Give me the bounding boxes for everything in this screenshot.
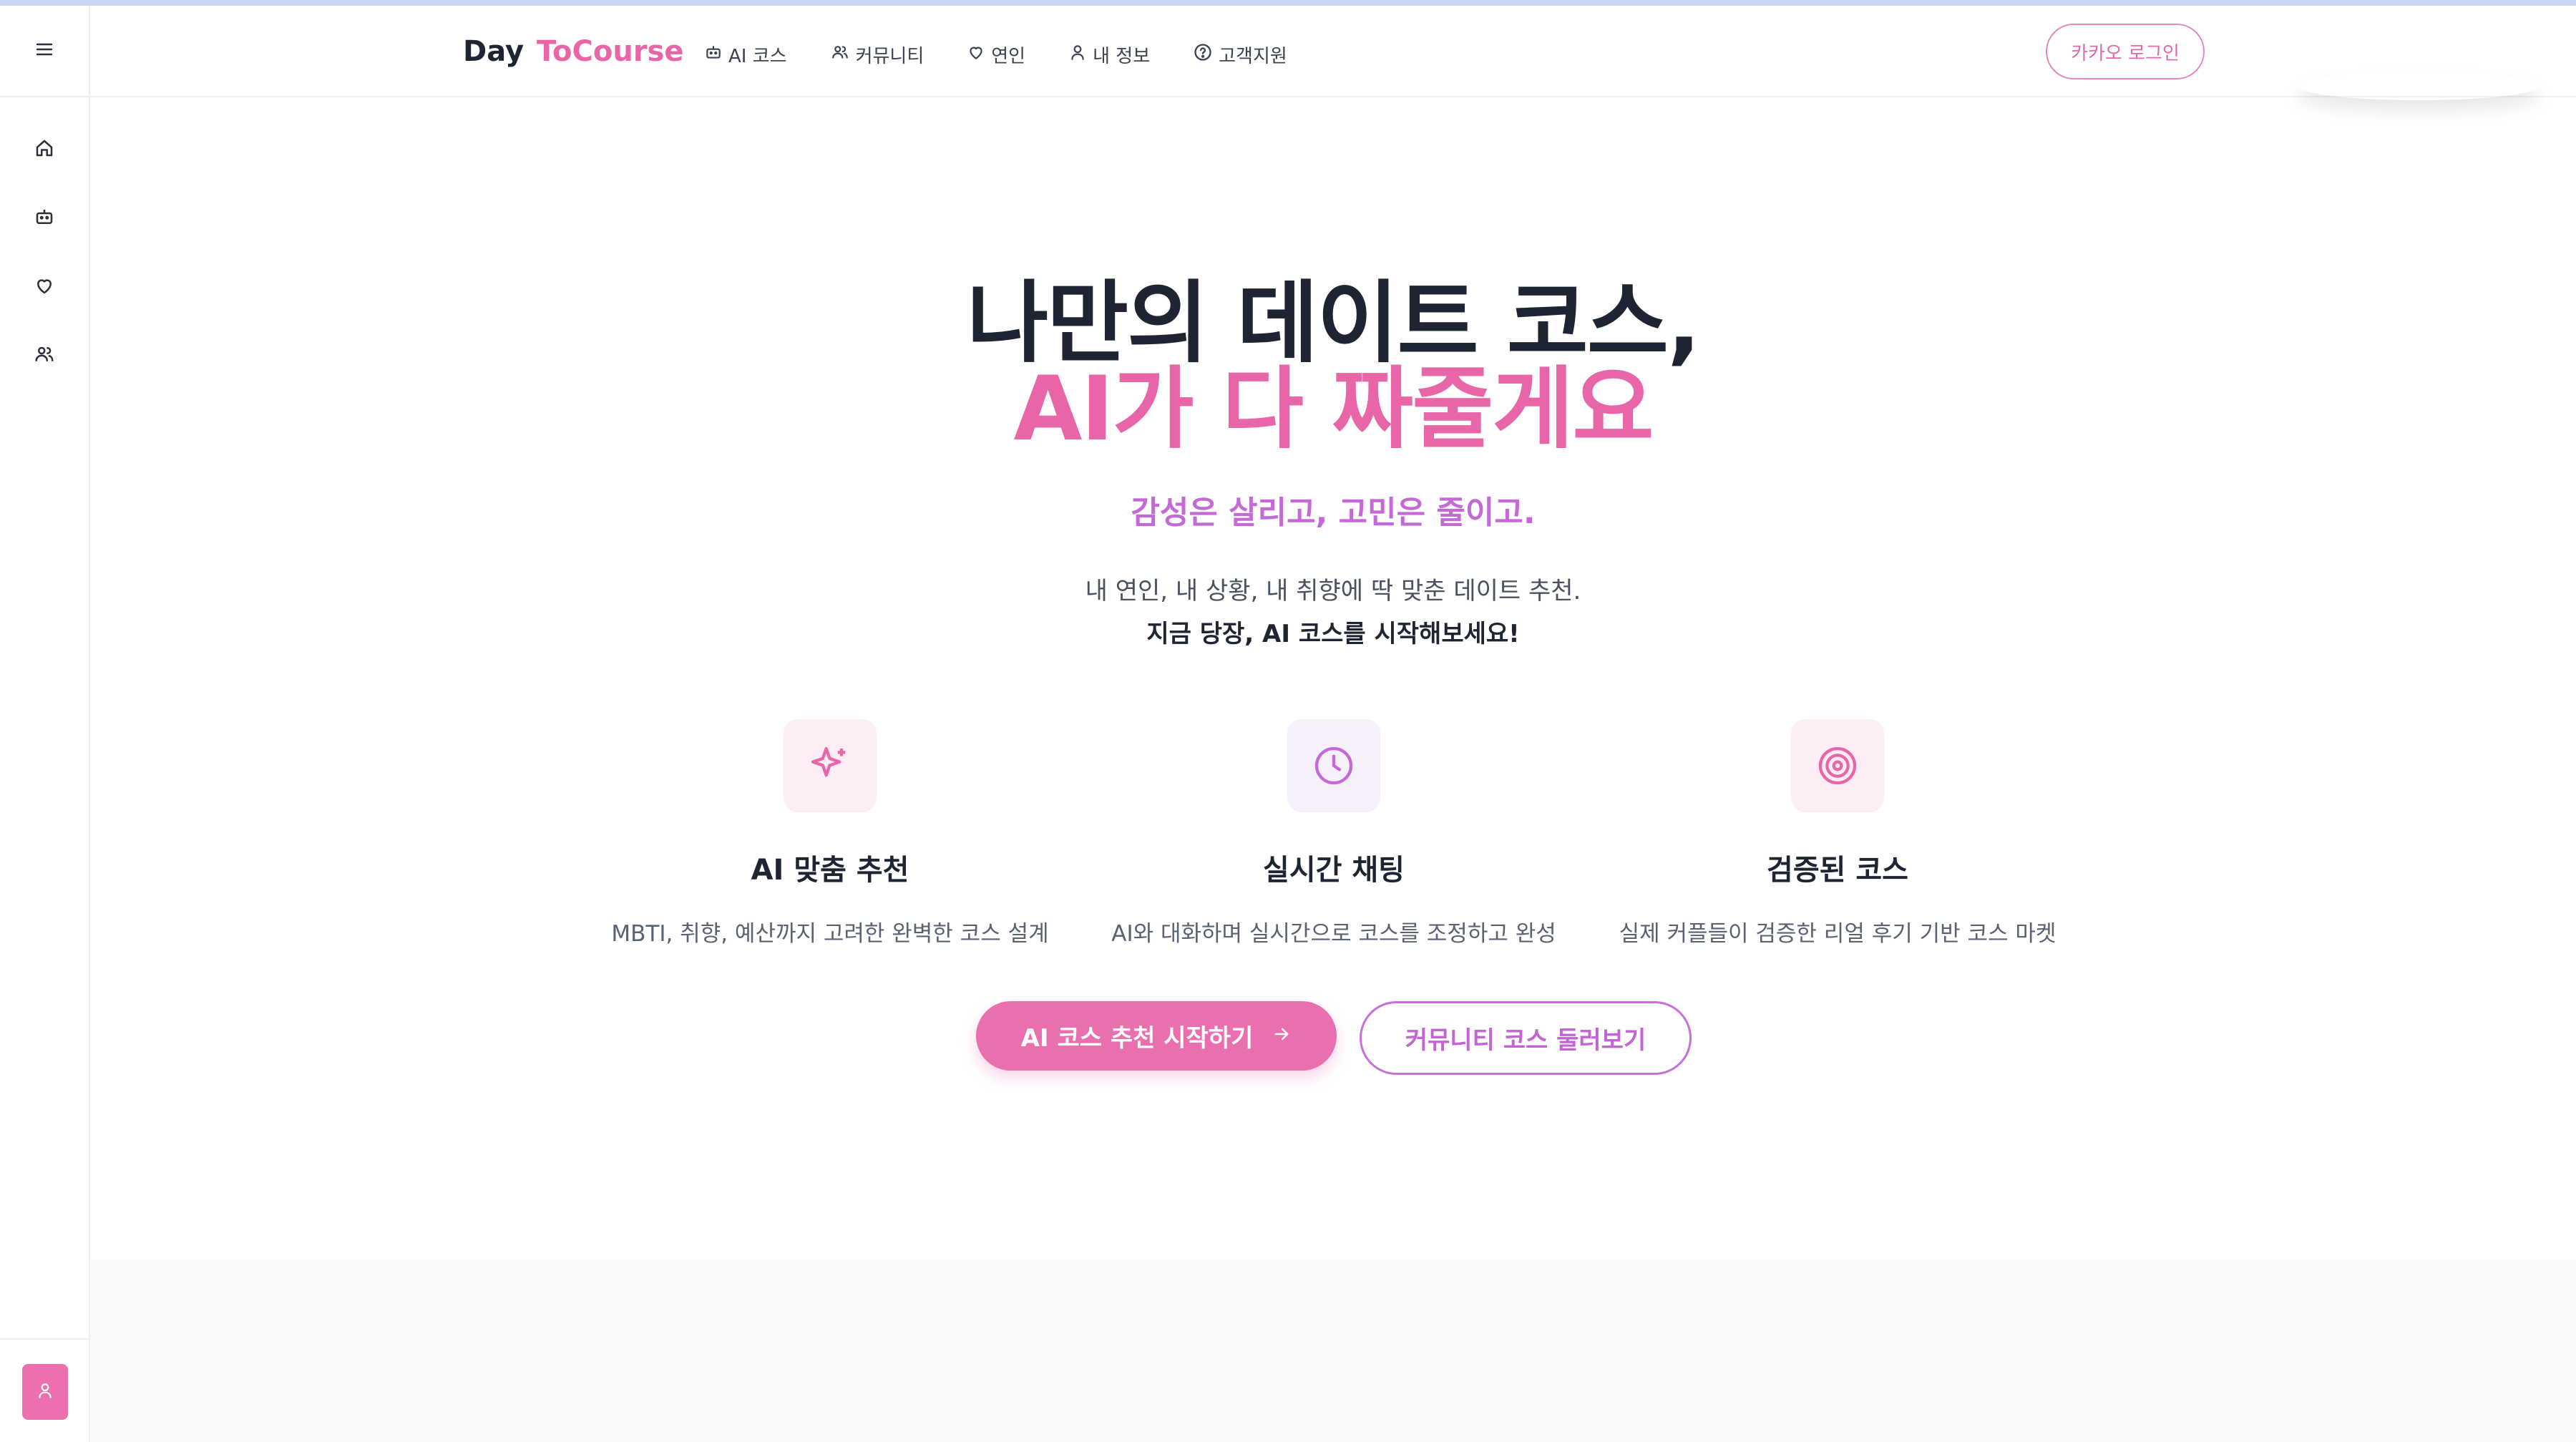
user-avatar-button[interactable] <box>22 1364 68 1420</box>
main-nav: AI 코스 커뮤니티 연인 내 정보 고객지원 <box>704 37 1330 72</box>
sidebar-item-lover[interactable] <box>26 269 62 305</box>
sparkles-icon <box>784 719 877 812</box>
clock-icon <box>1287 719 1380 812</box>
sidebar-item-community[interactable] <box>26 338 62 374</box>
feature-title: AI 맞춤 추천 <box>751 854 909 887</box>
target-icon <box>1791 719 1884 812</box>
feature-verified-course: 검증된 코스 실제 커플들이 검증한 리얼 후기 기반 코스 마켓 <box>1580 719 2095 947</box>
arrow-right-icon <box>1272 1022 1292 1051</box>
nav-lover[interactable]: 연인 <box>967 42 1025 68</box>
header-shadow-artifact <box>2297 72 2540 100</box>
sidebar-item-ai-course[interactable] <box>26 200 62 236</box>
robot-icon <box>704 43 723 67</box>
feature-description: AI와 대화하며 실시간으로 코스를 조정하고 완성 <box>1111 921 1556 947</box>
heart-icon <box>34 275 55 299</box>
logo-tocourse: ToCourse <box>537 35 684 68</box>
next-section-band <box>90 1260 2576 1442</box>
nav-support[interactable]: 고객지원 <box>1193 42 1287 68</box>
help-circle-icon <box>1193 42 1213 67</box>
feature-title: 실시간 채팅 <box>1263 854 1405 887</box>
left-sidebar <box>0 6 90 1442</box>
users-icon <box>830 43 850 67</box>
feature-ai-recommend: AI 맞춤 추천 MBTI, 취향, 예산까지 고려한 완벽한 코스 설계 <box>572 719 1088 947</box>
sidebar-item-home[interactable] <box>26 132 62 167</box>
feature-description: 실제 커플들이 검증한 리얼 후기 기반 코스 마켓 <box>1619 921 2057 947</box>
feature-realtime-chat: 실시간 채팅 AI와 대화하며 실시간으로 코스를 조정하고 완성 <box>1076 719 1591 947</box>
menu-row <box>0 6 89 97</box>
start-ai-course-button[interactable]: AI 코스 추천 시작하기 <box>976 1001 1337 1071</box>
robot-icon <box>34 206 55 230</box>
sidebar-divider <box>0 1338 89 1340</box>
hero-tagline: 감성은 살리고, 고민은 줄이고. <box>1131 495 1536 531</box>
kakao-login-button[interactable]: 카카오 로그인 <box>2046 24 2205 79</box>
nav-ai-course[interactable]: AI 코스 <box>704 42 787 68</box>
browse-community-button[interactable]: 커뮤니티 코스 둘러보기 <box>1360 1001 1692 1075</box>
hero-description: 내 연인, 내 상황, 내 취향에 딱 맞춘 데이트 추천. <box>1085 577 1581 605</box>
feature-description: MBTI, 취향, 예산까지 고려한 완벽한 코스 설계 <box>611 921 1049 947</box>
heart-icon <box>967 43 985 67</box>
home-icon <box>34 137 55 162</box>
nav-my-info[interactable]: 내 정보 <box>1068 42 1150 68</box>
nav-my-info-label: 내 정보 <box>1093 45 1151 67</box>
hero-title-line1: 나만의 데이트 코스, <box>966 272 1701 375</box>
feature-title: 검증된 코스 <box>1767 854 1908 887</box>
hero-title-line2: AI가 다 짜줄게요 <box>1013 358 1654 461</box>
nav-community[interactable]: 커뮤니티 <box>830 42 924 68</box>
logo-day: Day <box>463 35 525 68</box>
hamburger-menu-icon[interactable] <box>36 42 53 59</box>
nav-ai-course-label: AI 코스 <box>728 45 787 67</box>
hero-call-to-action-text: 지금 당장, AI 코스를 시작해보세요! <box>1146 620 1520 648</box>
start-ai-course-label: AI 코스 추천 시작하기 <box>1020 1024 1254 1053</box>
top-header: Day ToCourse AI 코스 커뮤니티 연인 내 정보 고객지원 카카오… <box>90 6 2576 97</box>
users-icon <box>34 344 55 368</box>
nav-lover-label: 연인 <box>991 45 1026 67</box>
user-icon <box>1068 43 1087 67</box>
nav-community-label: 커뮤니티 <box>855 45 924 67</box>
window-top-border <box>0 0 2576 6</box>
user-icon <box>36 1381 54 1403</box>
brand-logo[interactable]: Day ToCourse <box>463 31 683 72</box>
nav-support-label: 고객지원 <box>1219 45 1287 67</box>
